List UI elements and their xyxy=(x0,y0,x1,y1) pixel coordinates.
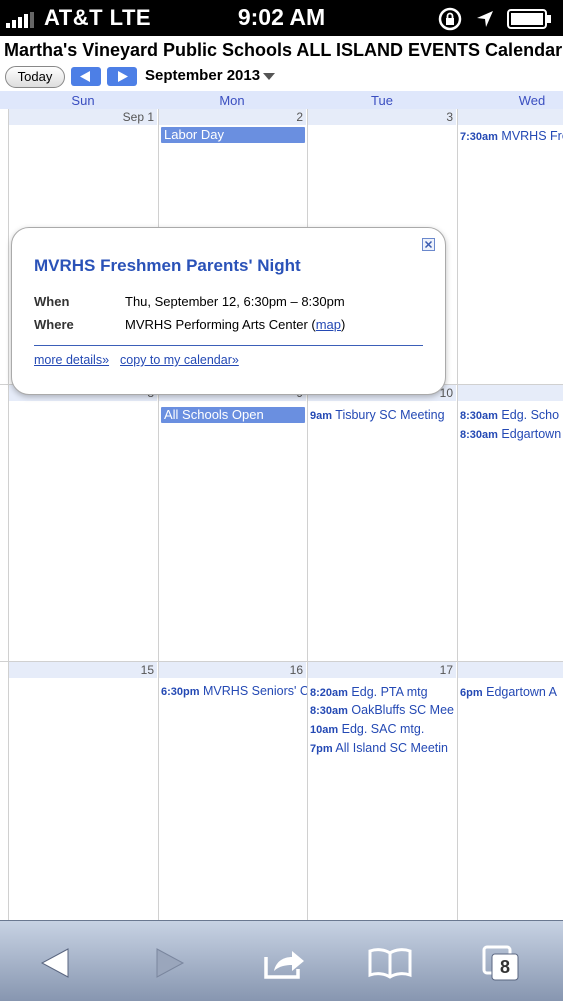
calendar-event[interactable]: 8:30am Edgartown xyxy=(460,427,563,441)
arrow-right-icon xyxy=(118,71,128,82)
previous-month-button[interactable] xyxy=(71,67,101,86)
calendar-event[interactable]: 6pm Edgartown A xyxy=(460,685,563,699)
when-value: Thu, September 12, 6:30pm – 8:30pm xyxy=(125,294,345,309)
tab-count-badge: 8 xyxy=(499,957,510,977)
share-button[interactable] xyxy=(262,943,306,983)
back-button[interactable] xyxy=(36,943,80,983)
next-month-button[interactable] xyxy=(107,67,137,86)
chevron-down-icon[interactable] xyxy=(263,73,275,81)
calendar-event[interactable]: 7:30am MVRHS Fre xyxy=(460,129,563,143)
event-title: MVRHS Freshmen Parents' Night xyxy=(34,256,301,275)
arrow-left-icon xyxy=(80,71,90,82)
day-number[interactable]: 3 xyxy=(308,110,453,124)
calendar-toolbar: Today September 2013 xyxy=(0,64,563,90)
day-number[interactable]: 17 xyxy=(308,663,453,677)
forward-arrow-icon xyxy=(156,948,185,978)
copy-to-calendar-link[interactable]: copy to my calendar» xyxy=(120,353,239,367)
forward-button[interactable] xyxy=(145,943,189,983)
day-number[interactable]: 2 xyxy=(159,110,303,124)
battery-icon xyxy=(507,9,551,29)
when-label: When xyxy=(34,294,70,309)
dow-tue: Tue xyxy=(371,93,393,108)
calendar-event[interactable]: 8:30am OakBluffs SC Mee xyxy=(310,703,456,717)
rotation-lock-icon xyxy=(438,7,462,31)
today-button[interactable]: Today xyxy=(5,66,65,88)
close-popup-button[interactable] xyxy=(422,238,435,251)
location-arrow-icon xyxy=(477,11,493,27)
status-bar: AT&T LTE 9:02 AM xyxy=(0,0,563,36)
calendar-event[interactable]: 9am Tisbury SC Meeting xyxy=(310,408,456,422)
calendar-event[interactable]: 7pm All Island SC Meetin xyxy=(310,741,456,755)
share-icon xyxy=(264,951,304,979)
allday-event[interactable]: All Schools Open xyxy=(161,407,305,423)
map-link[interactable]: map xyxy=(316,317,341,332)
day-number[interactable]: 16 xyxy=(159,663,303,677)
bookmarks-button[interactable] xyxy=(368,943,412,983)
calendar-event[interactable]: 8:20am Edg. PTA mtg xyxy=(310,685,456,699)
current-month-label[interactable]: September 2013 xyxy=(145,67,260,84)
event-detail-popup: MVRHS Freshmen Parents' Night When Thu, … xyxy=(11,227,446,395)
close-icon xyxy=(424,240,433,249)
tabs-button[interactable]: 8 xyxy=(480,943,524,983)
where-value: MVRHS Performing Arts Center (map) xyxy=(125,317,346,332)
calendar-event[interactable]: 10am Edg. SAC mtg. xyxy=(310,722,456,736)
more-details-link[interactable]: more details» xyxy=(34,353,109,367)
where-label: Where xyxy=(34,317,74,332)
dow-wed: Wed xyxy=(518,93,546,108)
browser-toolbar: 8 xyxy=(0,920,563,1001)
book-icon xyxy=(368,948,412,979)
day-of-week-header: Sun Mon Tue Wed xyxy=(0,91,563,109)
dow-mon: Mon xyxy=(219,93,245,108)
calendar-event[interactable]: 6:30pm MVRHS Seniors' C xyxy=(161,684,307,698)
day-number[interactable]: 15 xyxy=(9,663,154,677)
allday-event[interactable]: Labor Day xyxy=(161,127,305,143)
divider xyxy=(34,345,423,346)
dow-sun: Sun xyxy=(71,93,95,108)
day-number[interactable]: Sep 1 xyxy=(9,110,154,124)
calendar-title: Martha's Vineyard Public Schools ALL ISL… xyxy=(4,40,563,60)
back-arrow-icon xyxy=(40,948,69,978)
calendar-event[interactable]: 8:30am Edg. Scho xyxy=(460,408,563,422)
